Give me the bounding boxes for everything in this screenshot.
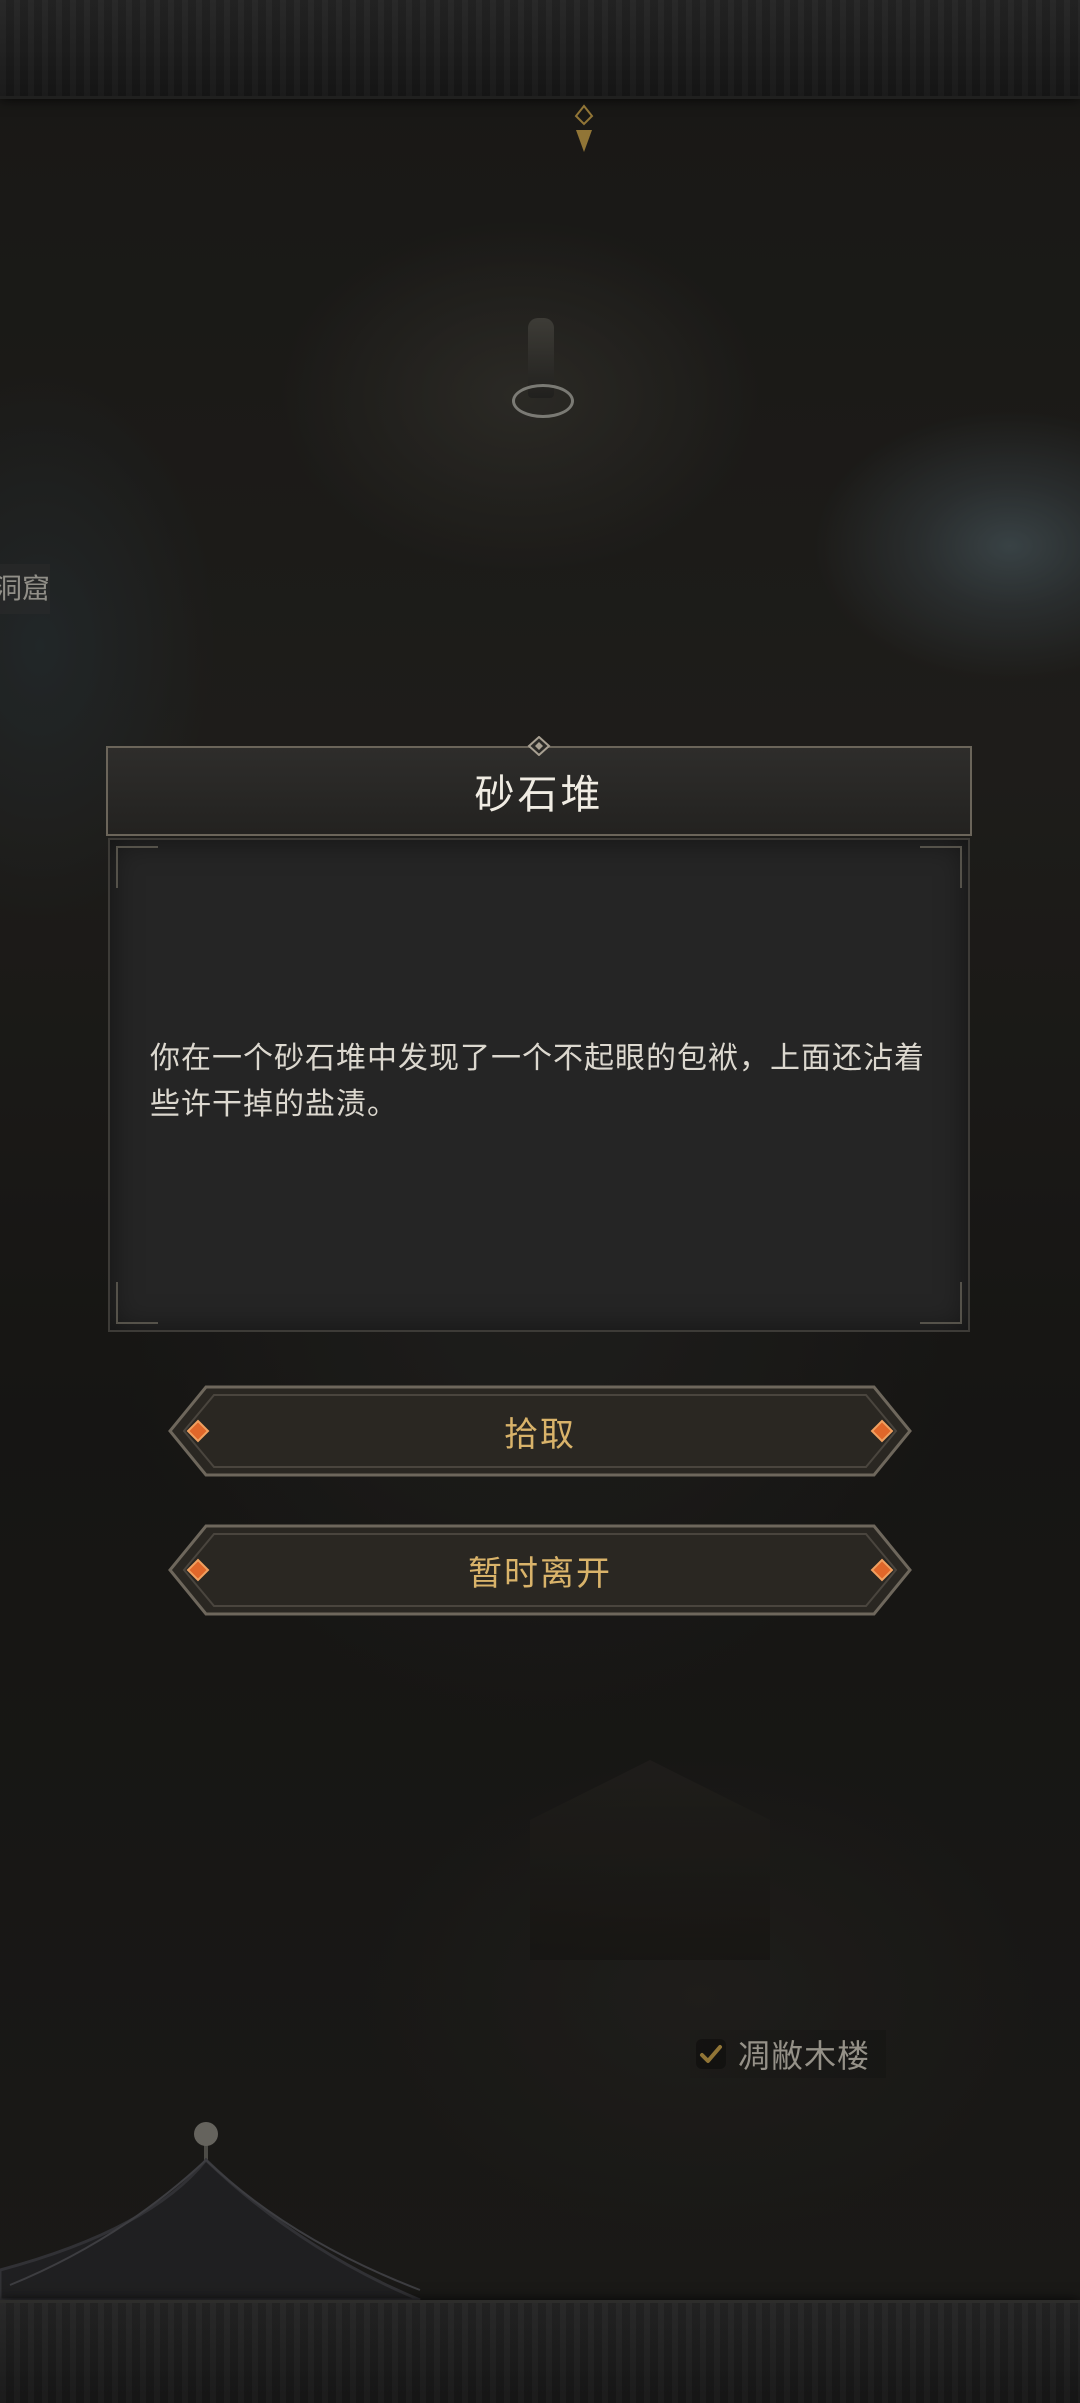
diamond-ornament-icon [527,736,551,756]
event-dialog: 砂石堆 你在一个砂石堆中发现了一个不起眼的包袱，上面还沾着些许干掉的盐渍。 [106,736,972,1332]
corner-ornament [116,846,158,888]
corner-ornament [920,1282,962,1324]
dialog-header: 砂石堆 [106,746,972,836]
dialog-description: 你在一个砂石堆中发现了一个不起眼的包袱，上面还沾着些许干掉的盐渍。 [150,1041,925,1122]
pick-up-label: 拾取 [504,1414,576,1455]
corner-ornament [920,846,962,888]
top-frame [0,0,1080,99]
dialog-title: 砂石堆 [474,772,604,818]
pick-up-button[interactable]: 拾取 [168,1383,912,1479]
bottom-frame [0,2300,1080,2403]
corner-ornament [116,1282,158,1324]
dialog-body: 你在一个砂石堆中发现了一个不起眼的包袱，上面还沾着些许干掉的盐渍。 [108,838,970,1332]
leave-label: 暂时离开 [468,1553,612,1594]
leave-button[interactable]: 暂时离开 [168,1522,912,1618]
